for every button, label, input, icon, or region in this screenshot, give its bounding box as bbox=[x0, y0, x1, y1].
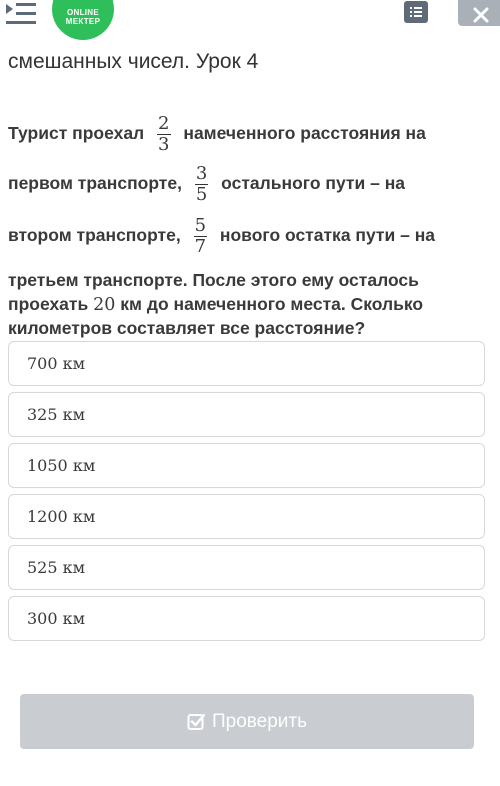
fraction-numerator: 2 bbox=[158, 113, 170, 134]
answer-option[interactable]: 700 км bbox=[8, 341, 485, 386]
distance-value: 20 bbox=[93, 295, 116, 315]
answer-option-label: 525 км bbox=[27, 558, 85, 577]
list-icon bbox=[410, 7, 422, 17]
question-text-3b: нового остатка пути – на bbox=[219, 225, 436, 246]
question-list-button[interactable] bbox=[404, 1, 428, 23]
close-button[interactable] bbox=[458, 0, 500, 26]
answer-unit: км bbox=[62, 354, 86, 373]
answer-unit: км bbox=[62, 609, 86, 628]
fraction-three-fifths: 3 5 bbox=[194, 163, 209, 205]
answer-option[interactable]: 525 км bbox=[8, 545, 485, 590]
check-answer-button[interactable]: Проверить bbox=[20, 694, 474, 749]
answer-option-label: 1200 км bbox=[27, 507, 95, 526]
question-line-6: километров составляет все расстояние? bbox=[8, 318, 366, 338]
checkbox-icon bbox=[187, 713, 206, 730]
question-text-1b: намеченного расстояния на bbox=[183, 123, 426, 144]
question-text-1a: Турист проехал bbox=[8, 123, 145, 144]
question-text-2b: остального пути – на bbox=[221, 173, 406, 194]
fraction-two-thirds: 2 3 bbox=[157, 113, 171, 155]
top-bar: ONLINE МЕКТЕР bbox=[0, 0, 500, 40]
answer-unit: км bbox=[62, 405, 86, 424]
answer-option-label: 300 км bbox=[27, 609, 85, 628]
question-text-5b: км до намеченного места. Сколько bbox=[120, 294, 424, 314]
lesson-title: смешанных чисел. Урок 4 bbox=[8, 50, 259, 73]
online-mektep-logo: ONLINE МЕКТЕР bbox=[52, 0, 114, 40]
answer-unit: км bbox=[72, 507, 96, 526]
answer-value: 1050 bbox=[27, 456, 68, 475]
logo-line-2: МЕКТЕР bbox=[65, 17, 101, 26]
fraction-denominator: 3 bbox=[157, 134, 171, 155]
question-line-5: проехать 20 км до намеченного места. Ско… bbox=[8, 294, 423, 315]
answer-option-label: 700 км bbox=[27, 354, 85, 373]
answer-option-label: 325 км bbox=[27, 405, 85, 424]
question-text-3a: втором транспорте, bbox=[8, 225, 181, 246]
check-answer-label: Проверить bbox=[211, 710, 308, 732]
answer-value: 300 bbox=[27, 609, 58, 628]
fraction-denominator: 5 bbox=[194, 184, 209, 205]
answer-value: 1200 bbox=[27, 507, 68, 526]
fraction-denominator: 7 bbox=[193, 236, 208, 257]
question-text-2a: первом транспорте, bbox=[8, 173, 182, 194]
question-line-4: третьем транспорте. После этого ему оста… bbox=[8, 270, 419, 290]
answer-value: 325 bbox=[27, 405, 58, 424]
fraction-numerator: 3 bbox=[195, 163, 208, 184]
answer-value: 525 bbox=[27, 558, 58, 577]
answer-unit: км bbox=[72, 456, 96, 475]
answer-option[interactable]: 1050 км bbox=[8, 443, 485, 488]
menu-icon[interactable] bbox=[4, 0, 38, 28]
answer-option-label: 1050 км bbox=[27, 456, 95, 475]
question-line-2: первом транспорте, 3 5 остального пути –… bbox=[8, 164, 405, 205]
question-text-5a: проехать bbox=[8, 294, 89, 314]
answer-option[interactable]: 1200 км bbox=[8, 494, 485, 539]
answer-option[interactable]: 300 км bbox=[8, 596, 485, 641]
fraction-numerator: 5 bbox=[194, 215, 207, 236]
question-line-3: втором транспорте, 5 7 нового остатка пу… bbox=[8, 216, 435, 257]
logo-line-1: ONLINE bbox=[66, 8, 100, 17]
close-icon bbox=[473, 7, 489, 23]
answer-unit: км bbox=[62, 558, 86, 577]
question-line-1: Турист проехал 2 3 намеченного расстояни… bbox=[8, 114, 426, 155]
fraction-five-sevenths: 5 7 bbox=[193, 215, 208, 257]
answer-option[interactable]: 325 км bbox=[8, 392, 485, 437]
answer-value: 700 bbox=[27, 354, 58, 373]
